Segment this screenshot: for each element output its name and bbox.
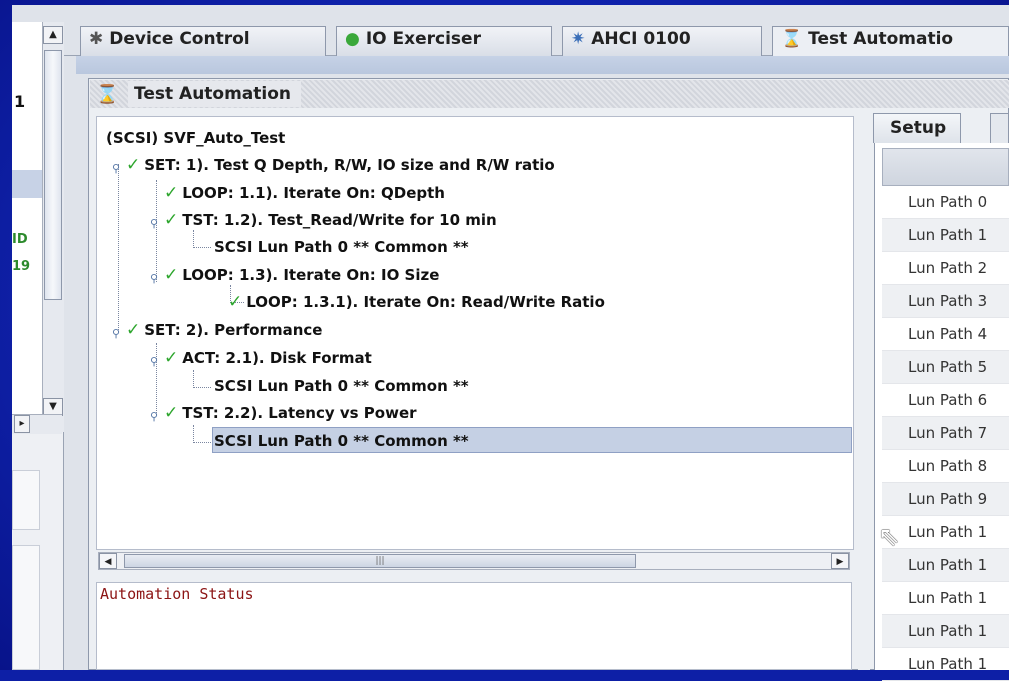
tab-io-exerciser[interactable]: ● IO Exerciser [336, 26, 552, 56]
table-row[interactable]: Lun Path 8 [882, 450, 1009, 483]
tree-line [156, 343, 157, 415]
expand-handle-icon[interactable]: ⚲ [150, 217, 158, 230]
expand-handle-icon[interactable]: ⚲ [150, 410, 158, 423]
tree-node[interactable]: SCSI Lun Path 0 ** Common ** [214, 374, 469, 398]
hourglass-icon: ⌛ [781, 29, 803, 49]
check-icon: ✓ [164, 210, 179, 230]
tree-root[interactable]: (SCSI) SVF_Auto_Test [106, 126, 285, 150]
tab-ahci[interactable]: ✷ AHCI 0100 [562, 26, 762, 56]
tree-node[interactable]: ✓ LOOP: 1.3.1). Iterate On: Read/Write Ra… [228, 290, 605, 314]
expand-handle-icon[interactable]: ⚲ [112, 162, 120, 175]
table-row[interactable]: Lun Path 1 [882, 615, 1009, 648]
tree-node[interactable]: ✓ LOOP: 1.3). Iterate On: IO Size [164, 263, 439, 287]
check-icon: ✓ [228, 292, 243, 312]
table-row[interactable]: Lun Path 4 [882, 318, 1009, 351]
tree-line [193, 247, 211, 248]
sidebar-panel-2 [12, 545, 40, 670]
tree-node[interactable]: ✓ TST: 2.2). Latency vs Power [164, 401, 417, 425]
hourglass-icon: ⌛ [96, 84, 119, 105]
expand-handle-icon[interactable]: ⚲ [150, 355, 158, 368]
table-row[interactable]: Lun Path 7 [882, 417, 1009, 450]
expand-handle-icon[interactable]: ⚲ [112, 327, 120, 340]
table-row[interactable]: Lun Path 0 [882, 186, 1009, 219]
expand-handle-icon[interactable]: ⚲ [150, 272, 158, 285]
sidebar-text-id: ID [12, 232, 28, 247]
table-header[interactable] [882, 148, 1009, 186]
table-row[interactable]: Lun Path 3 [882, 285, 1009, 318]
green-circle-icon: ● [345, 29, 360, 49]
tree-line [156, 180, 157, 282]
mouse-cursor-icon: ⇖ [878, 522, 900, 552]
bug-icon: ✷ [571, 29, 586, 49]
scroll-left-icon[interactable]: ◀ [99, 553, 117, 569]
tree-node[interactable]: ✓ ACT: 2.1). Disk Format [164, 346, 372, 370]
check-icon: ✓ [126, 320, 141, 340]
automation-status-label: Automation Status [100, 585, 254, 603]
tab-device-control[interactable]: ✱ Device Control [80, 26, 326, 56]
scroll-right-icon[interactable]: ▸ [14, 415, 30, 433]
table-row[interactable]: Lun Path 9 [882, 483, 1009, 516]
tree-node[interactable]: ✓ SET: 1). Test Q Depth, R/W, IO size and… [126, 153, 555, 177]
panel-title: Test Automation [128, 81, 302, 107]
table-row[interactable]: Lun Path 5 [882, 351, 1009, 384]
sidebar-text-19: 19 [12, 259, 31, 274]
tab-setup[interactable]: Setup [873, 113, 962, 143]
tab-content-strip [76, 56, 1009, 74]
sidebar-panel-1 [12, 470, 40, 530]
table-row[interactable]: Lun Path 1 [882, 582, 1009, 615]
tree-node[interactable]: ✓ LOOP: 1.1). Iterate On: QDepth [164, 181, 445, 205]
scroll-up-icon[interactable]: ▲ [43, 26, 63, 44]
tab-next[interactable] [990, 113, 1009, 143]
tree-node[interactable]: SCSI Lun Path 0 ** Common ** [214, 235, 469, 259]
table-row[interactable]: Lun Path 1 [882, 516, 1009, 549]
sidebar-scroll-thumb[interactable] [44, 50, 62, 300]
scroll-right-icon[interactable]: ▶ [831, 553, 849, 569]
check-icon: ✓ [164, 348, 179, 368]
check-icon: ✓ [164, 265, 179, 285]
tree-line [193, 230, 194, 248]
tree-line [193, 387, 211, 388]
tree-scroll-thumb[interactable]: ||| [124, 554, 636, 568]
tree-line [193, 425, 194, 443]
table-row[interactable]: Lun Path 6 [882, 384, 1009, 417]
table-row[interactable]: Lun Path 1 [882, 549, 1009, 582]
table-row[interactable]: Lun Path 2 [882, 252, 1009, 285]
gear-icon: ✱ [89, 29, 104, 49]
check-icon: ✓ [126, 155, 141, 175]
table-row[interactable]: Lun Path 1 [882, 219, 1009, 252]
check-icon: ✓ [164, 403, 179, 423]
sidebar-text-1: 1 [14, 92, 26, 111]
tree-line [193, 442, 211, 443]
tree-node[interactable]: ✓ TST: 1.2). Test_Read/Write for 10 min [164, 208, 497, 232]
table-row[interactable]: Lun Path 1 [882, 648, 1009, 681]
split-pane-divider[interactable] [858, 108, 870, 670]
tab-test-automation[interactable]: ⌛ Test Automatio [772, 26, 1009, 56]
tree-line [193, 370, 194, 388]
tree-node-selected[interactable]: SCSI Lun Path 0 ** Common ** [214, 429, 469, 453]
tree-node[interactable]: ✓ SET: 2). Performance [126, 318, 322, 342]
tree-line [118, 164, 119, 332]
check-icon: ✓ [164, 183, 179, 203]
